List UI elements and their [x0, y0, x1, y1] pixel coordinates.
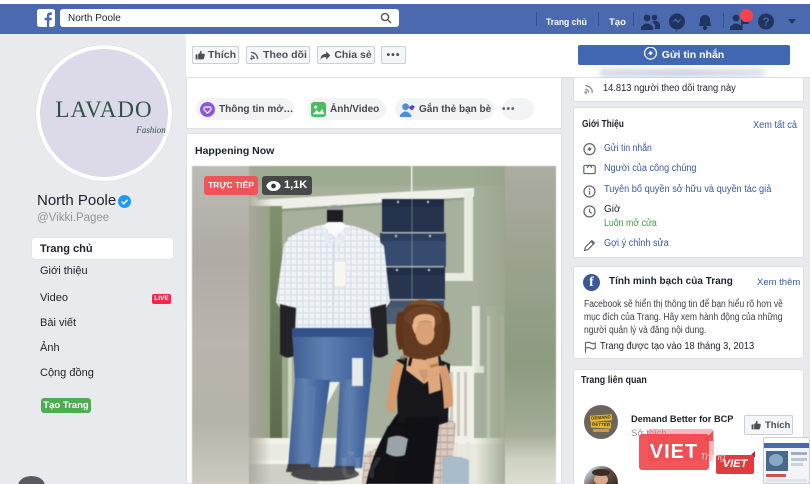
svg-text:ỦY: ỦY — [340, 451, 382, 484]
svg-text:?: ? — [762, 15, 769, 29]
